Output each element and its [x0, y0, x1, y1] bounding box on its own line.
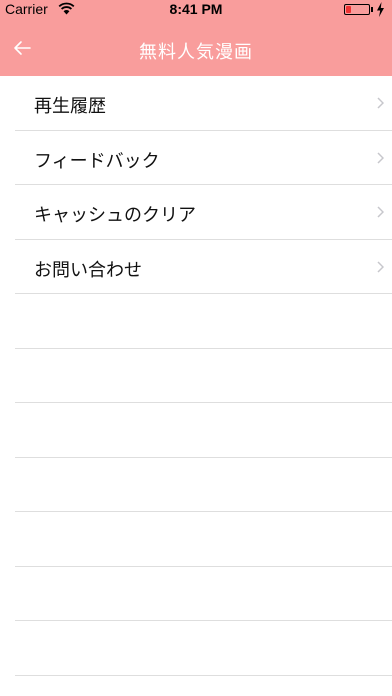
chevron-right-icon: [377, 206, 384, 218]
menu-item-history[interactable]: 再生履歴: [15, 76, 392, 131]
empty-row: [15, 567, 392, 621]
clock: 8:41 PM: [169, 1, 223, 17]
empty-row: [15, 512, 392, 567]
menu-item-feedback[interactable]: フィードバック: [15, 131, 392, 185]
settings-list: 再生履歴 フィードバック キャッシュのクリア お問い合わせ: [0, 76, 392, 676]
header: Carrier 8:41 PM 無料人気漫画: [0, 0, 392, 76]
empty-row: [15, 294, 392, 349]
empty-row: [15, 349, 392, 403]
empty-row: [15, 621, 392, 676]
menu-item-clear-cache[interactable]: キャッシュのクリア: [15, 185, 392, 240]
chevron-right-icon: [377, 151, 384, 164]
battery-level: [346, 6, 351, 13]
page-title: 無料人気漫画: [139, 42, 253, 63]
app-screen: Carrier 8:41 PM 無料人気漫画 再生履歴 フィードバック キャッシ…: [0, 0, 392, 696]
chevron-right-icon: [377, 97, 384, 109]
menu-item-label: キャッシュのクリア: [34, 205, 196, 226]
menu-item-label: お問い合わせ: [34, 259, 142, 281]
empty-row: [15, 403, 392, 458]
status-bar: Carrier 8:41 PM: [0, 0, 392, 20]
battery-tip: [371, 7, 373, 12]
menu-item-label: フィードバック: [34, 150, 160, 172]
menu-item-label: 再生履歴: [34, 96, 106, 117]
menu-item-contact[interactable]: お問い合わせ: [15, 240, 392, 294]
charging-icon: [377, 2, 384, 17]
chevron-right-icon: [377, 260, 384, 273]
empty-row: [15, 458, 392, 512]
battery-icon: [344, 4, 370, 15]
